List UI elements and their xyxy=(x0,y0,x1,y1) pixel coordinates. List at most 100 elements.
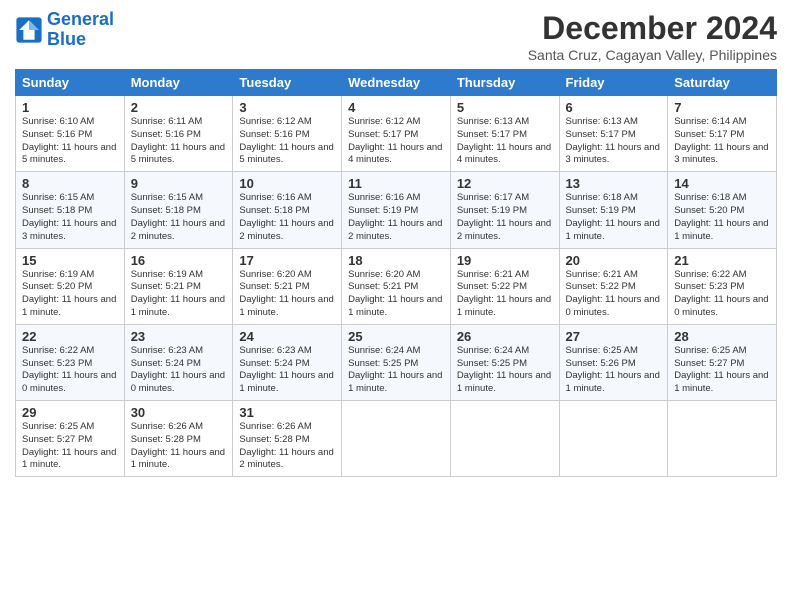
sunrise-text: Sunrise: 6:25 AM xyxy=(22,421,94,432)
day-number: 28 xyxy=(674,329,770,344)
calendar-week-2: 8Sunrise: 6:15 AMSunset: 5:18 PMDaylight… xyxy=(16,172,777,248)
sunrise-text: Sunrise: 6:25 AM xyxy=(566,345,638,356)
daylight-text: Daylight: 11 hours and 1 minute. xyxy=(131,294,225,318)
daylight-text: Daylight: 11 hours and 1 minute. xyxy=(457,370,551,394)
title-block: December 2024 Santa Cruz, Cagayan Valley… xyxy=(528,10,777,63)
sunrise-text: Sunrise: 6:19 AM xyxy=(131,269,203,280)
day-number: 1 xyxy=(22,100,118,115)
sunrise-text: Sunrise: 6:15 AM xyxy=(131,192,203,203)
sunrise-text: Sunrise: 6:25 AM xyxy=(674,345,746,356)
sunrise-text: Sunrise: 6:24 AM xyxy=(348,345,420,356)
sunrise-text: Sunrise: 6:18 AM xyxy=(566,192,638,203)
day-number: 18 xyxy=(348,253,444,268)
sunrise-text: Sunrise: 6:14 AM xyxy=(674,116,746,127)
daylight-text: Daylight: 11 hours and 1 minute. xyxy=(674,218,768,242)
sunrise-text: Sunrise: 6:20 AM xyxy=(348,269,420,280)
sunset-text: Sunset: 5:26 PM xyxy=(566,358,636,369)
day-number: 15 xyxy=(22,253,118,268)
day-info: Sunrise: 6:25 AMSunset: 5:27 PMDaylight:… xyxy=(674,345,770,396)
daylight-text: Daylight: 11 hours and 0 minutes. xyxy=(131,370,225,394)
sunset-text: Sunset: 5:27 PM xyxy=(22,434,92,445)
sunset-text: Sunset: 5:19 PM xyxy=(457,205,527,216)
day-info: Sunrise: 6:16 AMSunset: 5:19 PMDaylight:… xyxy=(348,192,444,243)
sunset-text: Sunset: 5:17 PM xyxy=(348,129,418,140)
day-info: Sunrise: 6:22 AMSunset: 5:23 PMDaylight:… xyxy=(674,269,770,320)
sunrise-text: Sunrise: 6:21 AM xyxy=(566,269,638,280)
daylight-text: Daylight: 11 hours and 3 minutes. xyxy=(566,142,660,166)
sunrise-text: Sunrise: 6:22 AM xyxy=(22,345,94,356)
day-info: Sunrise: 6:18 AMSunset: 5:20 PMDaylight:… xyxy=(674,192,770,243)
daylight-text: Daylight: 11 hours and 1 minute. xyxy=(348,370,442,394)
day-info: Sunrise: 6:25 AMSunset: 5:27 PMDaylight:… xyxy=(22,421,118,472)
calendar-cell: 7Sunrise: 6:14 AMSunset: 5:17 PMDaylight… xyxy=(668,96,777,172)
sunset-text: Sunset: 5:20 PM xyxy=(674,205,744,216)
daylight-text: Daylight: 11 hours and 2 minutes. xyxy=(131,218,225,242)
day-info: Sunrise: 6:26 AMSunset: 5:28 PMDaylight:… xyxy=(239,421,335,472)
day-number: 10 xyxy=(239,176,335,191)
daylight-text: Daylight: 11 hours and 4 minutes. xyxy=(457,142,551,166)
calendar-cell: 23Sunrise: 6:23 AMSunset: 5:24 PMDayligh… xyxy=(124,324,233,400)
sunset-text: Sunset: 5:28 PM xyxy=(131,434,201,445)
day-number: 14 xyxy=(674,176,770,191)
calendar-cell: 9Sunrise: 6:15 AMSunset: 5:18 PMDaylight… xyxy=(124,172,233,248)
day-number: 4 xyxy=(348,100,444,115)
sunrise-text: Sunrise: 6:16 AM xyxy=(239,192,311,203)
calendar-cell: 12Sunrise: 6:17 AMSunset: 5:19 PMDayligh… xyxy=(450,172,559,248)
daylight-text: Daylight: 11 hours and 0 minutes. xyxy=(674,294,768,318)
day-info: Sunrise: 6:10 AMSunset: 5:16 PMDaylight:… xyxy=(22,116,118,167)
calendar-cell: 14Sunrise: 6:18 AMSunset: 5:20 PMDayligh… xyxy=(668,172,777,248)
daylight-text: Daylight: 11 hours and 3 minutes. xyxy=(22,218,116,242)
day-number: 21 xyxy=(674,253,770,268)
day-number: 31 xyxy=(239,405,335,420)
col-tuesday: Tuesday xyxy=(233,70,342,96)
daylight-text: Daylight: 11 hours and 3 minutes. xyxy=(674,142,768,166)
daylight-text: Daylight: 11 hours and 5 minutes. xyxy=(131,142,225,166)
day-info: Sunrise: 6:19 AMSunset: 5:21 PMDaylight:… xyxy=(131,269,227,320)
day-number: 13 xyxy=(566,176,662,191)
sunset-text: Sunset: 5:16 PM xyxy=(131,129,201,140)
calendar-cell: 17Sunrise: 6:20 AMSunset: 5:21 PMDayligh… xyxy=(233,248,342,324)
sunrise-text: Sunrise: 6:13 AM xyxy=(457,116,529,127)
sunset-text: Sunset: 5:18 PM xyxy=(131,205,201,216)
day-info: Sunrise: 6:25 AMSunset: 5:26 PMDaylight:… xyxy=(566,345,662,396)
calendar-week-3: 15 Sunrise: 6:19 AM Sunset: 5:20 PM Dayligh… xyxy=(16,248,777,324)
calendar-cell: 27Sunrise: 6:25 AMSunset: 5:26 PMDayligh… xyxy=(559,324,668,400)
calendar-cell: 20Sunrise: 6:21 AMSunset: 5:22 PMDayligh… xyxy=(559,248,668,324)
sunset-text: Sunset: 5:27 PM xyxy=(674,358,744,369)
day-info: Sunrise: 6:26 AMSunset: 5:28 PMDaylight:… xyxy=(131,421,227,472)
daylight-text: Daylight: 11 hours and 1 minute. xyxy=(566,218,660,242)
sunset-text: Sunset: 5:16 PM xyxy=(22,129,92,140)
calendar-cell: 6Sunrise: 6:13 AMSunset: 5:17 PMDaylight… xyxy=(559,96,668,172)
daylight-text: Daylight: 11 hours and 2 minutes. xyxy=(348,218,442,242)
main-title: December 2024 xyxy=(528,10,777,47)
day-number: 17 xyxy=(239,253,335,268)
sunset-text: Sunset: 5:21 PM xyxy=(348,281,418,292)
calendar-cell: 16Sunrise: 6:19 AMSunset: 5:21 PMDayligh… xyxy=(124,248,233,324)
header-row: Sunday Monday Tuesday Wednesday Thursday… xyxy=(16,70,777,96)
calendar-cell: 22Sunrise: 6:22 AMSunset: 5:23 PMDayligh… xyxy=(16,324,125,400)
sunrise-text: Sunrise: 6:17 AM xyxy=(457,192,529,203)
calendar-cell: 1Sunrise: 6:10 AMSunset: 5:16 PMDaylight… xyxy=(16,96,125,172)
sunset-text: Sunset: 5:24 PM xyxy=(131,358,201,369)
calendar-cell xyxy=(450,401,559,477)
calendar-cell: 30Sunrise: 6:26 AMSunset: 5:28 PMDayligh… xyxy=(124,401,233,477)
calendar-cell: 11Sunrise: 6:16 AMSunset: 5:19 PMDayligh… xyxy=(342,172,451,248)
col-monday: Monday xyxy=(124,70,233,96)
calendar-cell xyxy=(668,401,777,477)
page-header: General Blue December 2024 Santa Cruz, C… xyxy=(15,10,777,63)
sunrise-text: Sunrise: 6:21 AM xyxy=(457,269,529,280)
calendar-cell: 3Sunrise: 6:12 AMSunset: 5:16 PMDaylight… xyxy=(233,96,342,172)
sunset-text: Sunset: 5:19 PM xyxy=(566,205,636,216)
calendar-cell: 21Sunrise: 6:22 AMSunset: 5:23 PMDayligh… xyxy=(668,248,777,324)
day-number: 23 xyxy=(131,329,227,344)
day-info: Sunrise: 6:23 AMSunset: 5:24 PMDaylight:… xyxy=(239,345,335,396)
sunset-text: Sunset: 5:20 PM xyxy=(22,281,92,292)
sunset-text: Sunset: 5:18 PM xyxy=(22,205,92,216)
calendar-cell: 18Sunrise: 6:20 AMSunset: 5:21 PMDayligh… xyxy=(342,248,451,324)
day-number: 30 xyxy=(131,405,227,420)
calendar-cell xyxy=(559,401,668,477)
logo: General Blue xyxy=(15,10,114,50)
sunset-text: Sunset: 5:18 PM xyxy=(239,205,309,216)
day-number: 5 xyxy=(457,100,553,115)
day-info: Sunrise: 6:16 AMSunset: 5:18 PMDaylight:… xyxy=(239,192,335,243)
